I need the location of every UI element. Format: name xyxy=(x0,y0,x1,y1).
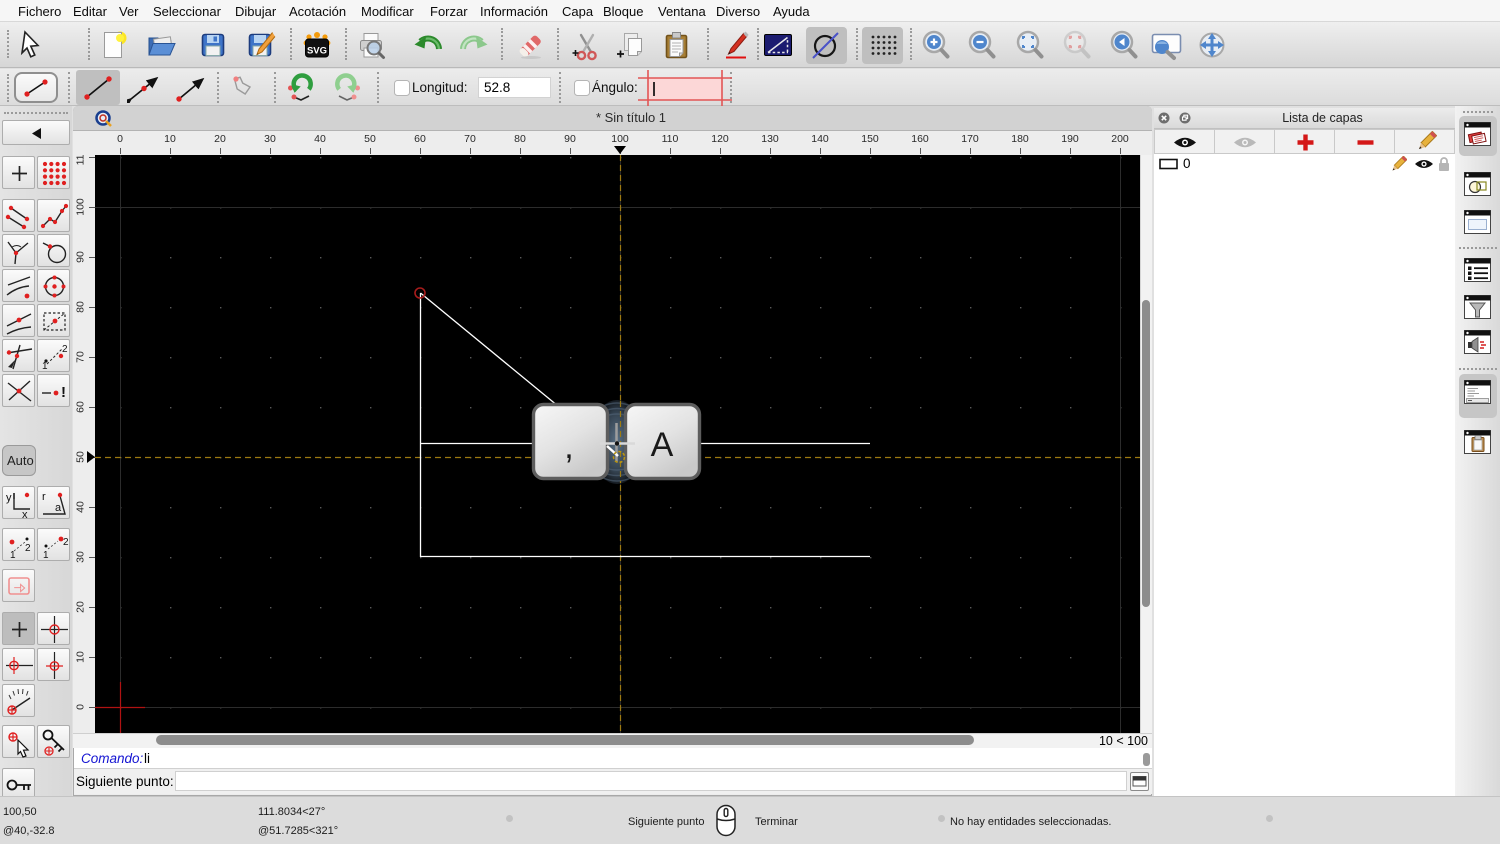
svg-text:160: 160 xyxy=(911,133,929,145)
svg-text:60: 60 xyxy=(75,401,87,413)
svg-text:70: 70 xyxy=(464,133,476,145)
svg-text:170: 170 xyxy=(961,133,979,145)
svg-text:150: 150 xyxy=(861,133,879,145)
svg-text:40: 40 xyxy=(75,501,87,513)
svg-text:110: 110 xyxy=(662,133,679,145)
svg-text:30: 30 xyxy=(75,551,87,563)
svg-text:a: a xyxy=(55,502,62,514)
svg-text:,: , xyxy=(564,428,573,466)
svg-text:10: 10 xyxy=(164,133,176,145)
svg-text:1: 1 xyxy=(10,550,16,561)
svg-text:10: 10 xyxy=(75,651,87,663)
svg-text:90: 90 xyxy=(75,251,87,263)
svg-text:180: 180 xyxy=(1011,133,1029,145)
svg-text:x: x xyxy=(22,509,28,520)
svg-text:2: 2 xyxy=(25,543,31,554)
svg-text:20: 20 xyxy=(214,133,226,145)
svg-text:140: 140 xyxy=(811,133,829,145)
svg-text:200: 200 xyxy=(1111,133,1129,145)
svg-text:!: ! xyxy=(61,384,66,401)
svg-text:20: 20 xyxy=(75,601,87,613)
svg-text:130: 130 xyxy=(761,133,779,145)
svg-text:A: A xyxy=(651,426,674,464)
svg-text:1: 1 xyxy=(42,361,48,372)
svg-text:80: 80 xyxy=(514,133,526,145)
svg-text:0: 0 xyxy=(117,133,123,145)
svg-text:70: 70 xyxy=(75,351,87,363)
svg-text:r: r xyxy=(42,491,46,503)
svg-text:50: 50 xyxy=(75,451,87,463)
svg-text:1: 1 xyxy=(43,550,49,561)
svg-text:80: 80 xyxy=(75,301,87,313)
svg-text:0: 0 xyxy=(75,704,87,710)
svg-text:120: 120 xyxy=(711,133,729,145)
svg-text:2: 2 xyxy=(62,344,68,355)
svg-text:100: 100 xyxy=(75,198,87,216)
svg-text:110: 110 xyxy=(75,155,87,165)
svg-text:y: y xyxy=(6,492,12,504)
svg-text:50: 50 xyxy=(364,133,376,145)
svg-text:SVG: SVG xyxy=(307,46,327,57)
svg-text:90: 90 xyxy=(564,133,576,145)
svg-text:30: 30 xyxy=(264,133,276,145)
svg-text:100: 100 xyxy=(611,133,629,145)
svg-text:2: 2 xyxy=(63,537,69,548)
svg-text:60: 60 xyxy=(414,133,426,145)
svg-text:190: 190 xyxy=(1061,133,1079,145)
svg-text:40: 40 xyxy=(314,133,326,145)
